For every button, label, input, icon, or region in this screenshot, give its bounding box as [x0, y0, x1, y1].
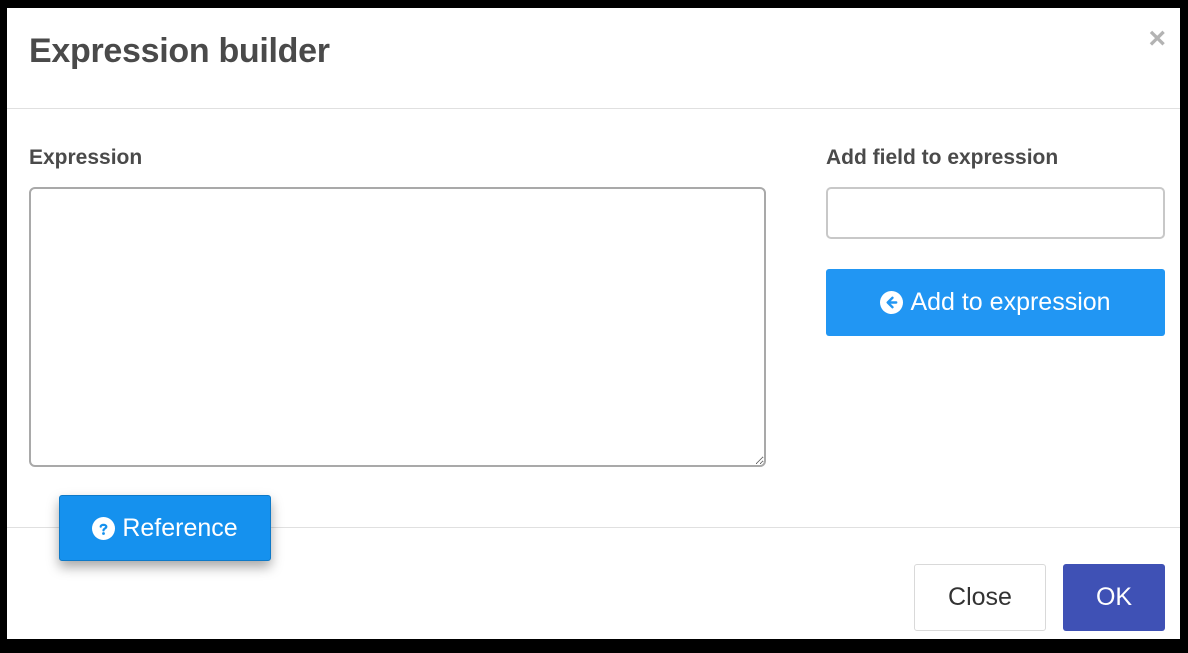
add-to-expression-label: Add to expression — [910, 288, 1111, 316]
add-field-input[interactable] — [826, 187, 1165, 239]
close-button[interactable]: Close — [914, 564, 1046, 631]
expression-builder-dialog: Expression builder × Expression Add fiel… — [7, 8, 1180, 639]
add-field-label: Add field to expression — [826, 146, 1059, 169]
reference-label: Reference — [122, 513, 238, 542]
add-to-expression-button[interactable]: Add to expression — [826, 269, 1165, 336]
ok-button[interactable]: OK — [1063, 564, 1165, 631]
dialog-title: Expression builder — [29, 32, 330, 70]
question-circle-icon — [92, 516, 116, 540]
close-icon[interactable]: × — [1148, 24, 1166, 54]
expression-label: Expression — [29, 146, 143, 169]
dialog-header: Expression builder × — [7, 8, 1180, 109]
arrow-circle-left-icon — [880, 291, 904, 314]
reference-button[interactable]: Reference — [59, 495, 271, 561]
expression-textarea[interactable] — [29, 187, 766, 467]
